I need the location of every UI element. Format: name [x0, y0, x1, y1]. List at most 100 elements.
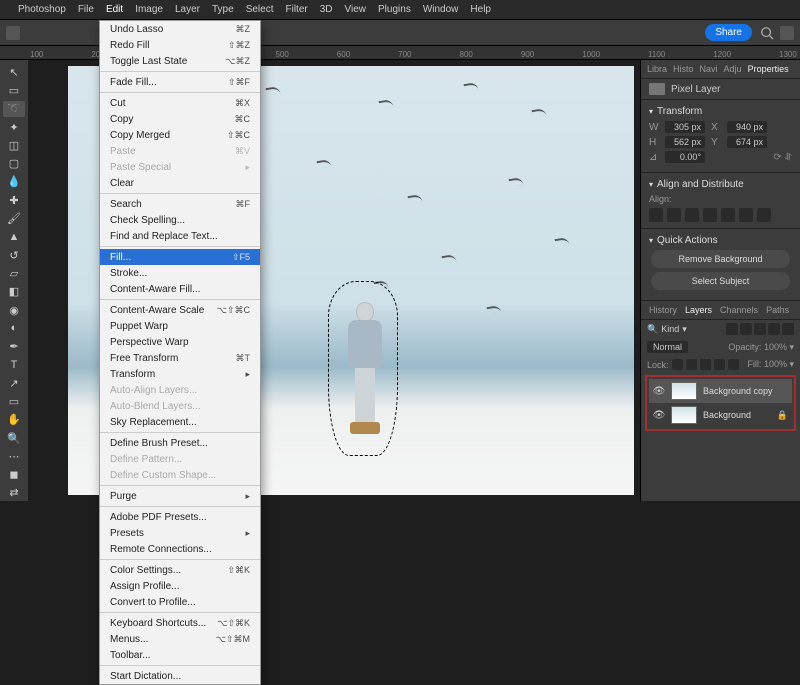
tool-crop[interactable]: ◫: [3, 137, 25, 153]
menuitem-cut[interactable]: Cut⌘X: [100, 95, 260, 111]
menu-file[interactable]: File: [78, 4, 94, 15]
menuitem-copy-merged[interactable]: Copy Merged⇧⌘C: [100, 127, 260, 143]
tool-type[interactable]: T: [3, 357, 25, 373]
transform-y[interactable]: 674 px: [727, 136, 767, 148]
menuitem-define-brush-preset[interactable]: Define Brush Preset...: [100, 435, 260, 451]
lock-position-icon[interactable]: [700, 359, 711, 370]
menu-view[interactable]: View: [345, 4, 367, 15]
menu-help[interactable]: Help: [470, 4, 491, 15]
tool-hand[interactable]: ✋: [3, 412, 25, 428]
tool-path[interactable]: ↗: [3, 375, 25, 391]
menuitem-content-aware-scale[interactable]: Content-Aware Scale⌥⇧⌘C: [100, 302, 260, 318]
tool-rect[interactable]: ▭: [3, 393, 25, 409]
align-right-icon[interactable]: [685, 208, 699, 222]
filter-pixel-icon[interactable]: [726, 323, 738, 335]
menuitem-sky-replacement[interactable]: Sky Replacement...: [100, 414, 260, 430]
menu-type[interactable]: Type: [212, 4, 234, 15]
tool-move[interactable]: ↖: [3, 64, 25, 80]
transform-h[interactable]: 562 px: [665, 136, 705, 148]
tool-pen[interactable]: ✒: [3, 338, 25, 354]
menuitem-fade-fill[interactable]: Fade Fill...⇧⌘F: [100, 74, 260, 90]
layer-name[interactable]: Background: [703, 410, 751, 420]
align-left-icon[interactable]: [649, 208, 663, 222]
blend-mode-select[interactable]: Normal: [647, 341, 688, 353]
menuitem-search[interactable]: Search⌘F: [100, 196, 260, 212]
tool-swap[interactable]: ⇄: [3, 485, 25, 501]
menu-app[interactable]: Photoshop: [18, 4, 66, 15]
tool-wand[interactable]: ✦: [3, 119, 25, 135]
menuitem-transform[interactable]: Transform▸: [100, 366, 260, 382]
menuitem-purge[interactable]: Purge▸: [100, 488, 260, 504]
filter-type-icon[interactable]: [754, 323, 766, 335]
tool-stamp[interactable]: ▲: [3, 229, 25, 245]
filter-adjust-icon[interactable]: [740, 323, 752, 335]
tab-layers[interactable]: Layers: [685, 305, 712, 315]
transform-w[interactable]: 305 px: [665, 121, 705, 133]
tool-patch[interactable]: ✚: [3, 192, 25, 208]
tool-lasso[interactable]: ➰: [3, 101, 25, 117]
tab-history[interactable]: History: [649, 305, 677, 315]
menuitem-redo-fill[interactable]: Redo Fill⇧⌘Z: [100, 37, 260, 53]
align-center-v-icon[interactable]: [721, 208, 735, 222]
menuitem-copy[interactable]: Copy⌘C: [100, 111, 260, 127]
edit-menu-dropdown[interactable]: Undo Lasso⌘ZRedo Fill⇧⌘ZToggle Last Stat…: [99, 20, 261, 685]
tool-history[interactable]: ↺: [3, 247, 25, 263]
workspace-icon[interactable]: [780, 26, 794, 40]
layer-name[interactable]: Background copy: [703, 386, 773, 396]
menu-window[interactable]: Window: [423, 4, 459, 15]
tool-blur[interactable]: ◉: [3, 302, 25, 318]
menuitem-menus[interactable]: Menus...⌥⇧⌘M: [100, 631, 260, 647]
tab-paths[interactable]: Paths: [766, 305, 789, 315]
align-top-icon[interactable]: [703, 208, 717, 222]
menuitem-content-aware-fill[interactable]: Content-Aware Fill...: [100, 281, 260, 297]
tool-eraser[interactable]: ▱: [3, 265, 25, 281]
menuitem-presets[interactable]: Presets▸: [100, 525, 260, 541]
lock-trans-icon[interactable]: [672, 359, 683, 370]
menuitem-keyboard-shortcuts[interactable]: Keyboard Shortcuts...⌥⇧⌘K: [100, 615, 260, 631]
tool-gradient[interactable]: ◧: [3, 284, 25, 300]
remove-background-button[interactable]: Remove Background: [651, 250, 790, 268]
tool-marquee[interactable]: ▭: [3, 82, 25, 98]
menu-edit[interactable]: Edit: [106, 4, 123, 15]
lock-all-icon[interactable]: [728, 359, 739, 370]
layer-thumbnail[interactable]: [671, 406, 697, 424]
transform-x[interactable]: 940 px: [727, 121, 767, 133]
fill-value[interactable]: 100%: [764, 359, 787, 369]
tab-navigator[interactable]: Navi: [700, 64, 718, 74]
menuitem-convert-to-profile[interactable]: Convert to Profile...: [100, 594, 260, 610]
menuitem-find-and-replace-text[interactable]: Find and Replace Text...: [100, 228, 260, 244]
share-button[interactable]: Share: [705, 24, 752, 41]
tool-zoom[interactable]: 🔍: [3, 430, 25, 446]
opacity-value[interactable]: 100%: [764, 342, 787, 352]
align-center-h-icon[interactable]: [667, 208, 681, 222]
visibility-toggle-icon[interactable]: 👁: [653, 385, 665, 397]
layer-filter-kind[interactable]: 🔍 Kind ▾: [647, 324, 687, 335]
tab-libraries[interactable]: Libra: [647, 64, 667, 74]
select-subject-button[interactable]: Select Subject: [651, 272, 790, 290]
menuitem-toggle-last-state[interactable]: Toggle Last State⌥⌘Z: [100, 53, 260, 69]
menuitem-perspective-warp[interactable]: Perspective Warp: [100, 334, 260, 350]
tab-properties[interactable]: Properties: [748, 64, 789, 74]
menuitem-adobe-pdf-presets[interactable]: Adobe PDF Presets...: [100, 509, 260, 525]
filter-shape-icon[interactable]: [768, 323, 780, 335]
menuitem-puppet-warp[interactable]: Puppet Warp: [100, 318, 260, 334]
visibility-toggle-icon[interactable]: 👁: [653, 409, 665, 421]
layer-row[interactable]: 👁 Background 🔒: [649, 403, 792, 427]
tool-dodge[interactable]: ◐: [3, 320, 25, 336]
menuitem-undo-lasso[interactable]: Undo Lasso⌘Z: [100, 21, 260, 37]
layer-thumbnail[interactable]: [671, 382, 697, 400]
menuitem-stroke[interactable]: Stroke...: [100, 265, 260, 281]
menuitem-toolbar[interactable]: Toolbar...: [100, 647, 260, 663]
lock-artboard-icon[interactable]: [714, 359, 725, 370]
menu-filter[interactable]: Filter: [285, 4, 307, 15]
menuitem-free-transform[interactable]: Free Transform⌘T: [100, 350, 260, 366]
menu-select[interactable]: Select: [246, 4, 274, 15]
layer-row[interactable]: 👁 Background copy: [649, 379, 792, 403]
tool-eyedrop[interactable]: 💧: [3, 174, 25, 190]
tab-channels[interactable]: Channels: [720, 305, 758, 315]
tab-adjustments[interactable]: Adju: [724, 64, 742, 74]
menuitem-clear[interactable]: Clear: [100, 175, 260, 191]
menuitem-start-dictation[interactable]: Start Dictation...: [100, 668, 260, 684]
lock-pixels-icon[interactable]: [686, 359, 697, 370]
tool-fg[interactable]: ◼: [3, 467, 25, 483]
